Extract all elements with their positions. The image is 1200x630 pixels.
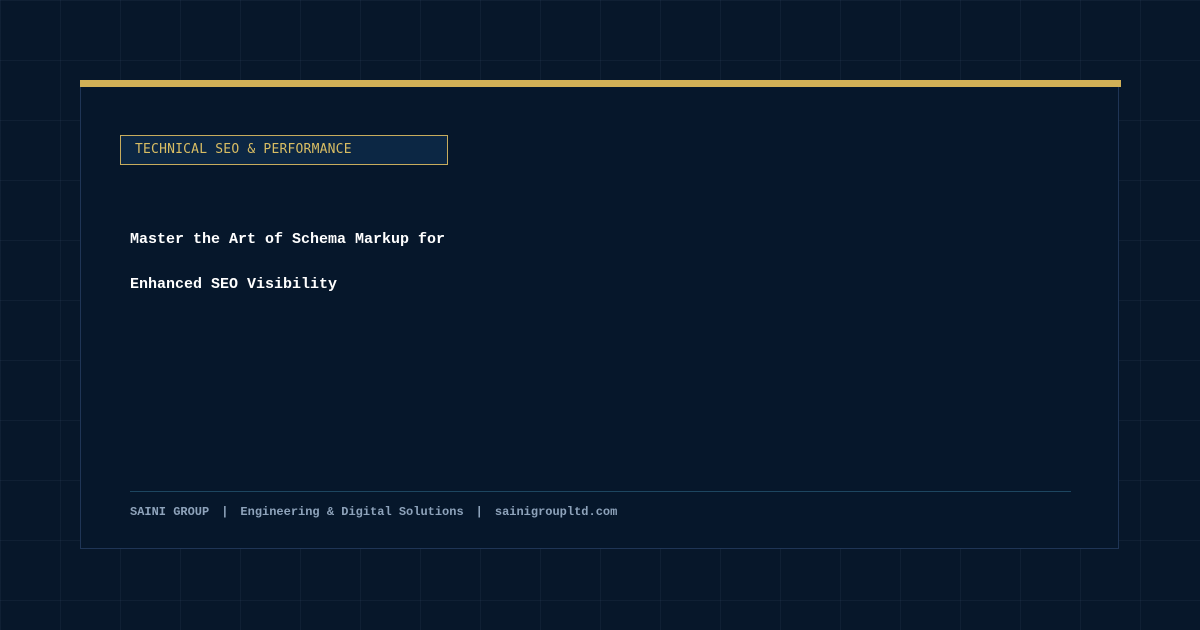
company-name: SAINI GROUP [130,505,210,519]
footer-separator: | [221,505,229,519]
page-title: Master the Art of Schema Markup for Enha… [130,217,730,307]
footer-bar: SAINI GROUP | Engineering & Digital Soluti… [130,504,617,520]
company-tagline: Engineering & Digital Solutions [240,505,464,519]
og-image-canvas: TECHNICAL SEO & PERFORMANCE Master the A… [0,0,1200,630]
content-card: TECHNICAL SEO & PERFORMANCE Master the A… [80,80,1121,549]
accent-bar [80,80,1121,87]
title-line-1: Master the Art of Schema Markup for [130,231,446,248]
footer-divider [130,491,1071,492]
website-link[interactable]: sainigroupltd.com [495,505,617,519]
category-badge: TECHNICAL SEO & PERFORMANCE [120,135,448,165]
footer-separator: | [475,505,483,519]
title-line-2: Enhanced SEO Visibility [130,276,338,293]
